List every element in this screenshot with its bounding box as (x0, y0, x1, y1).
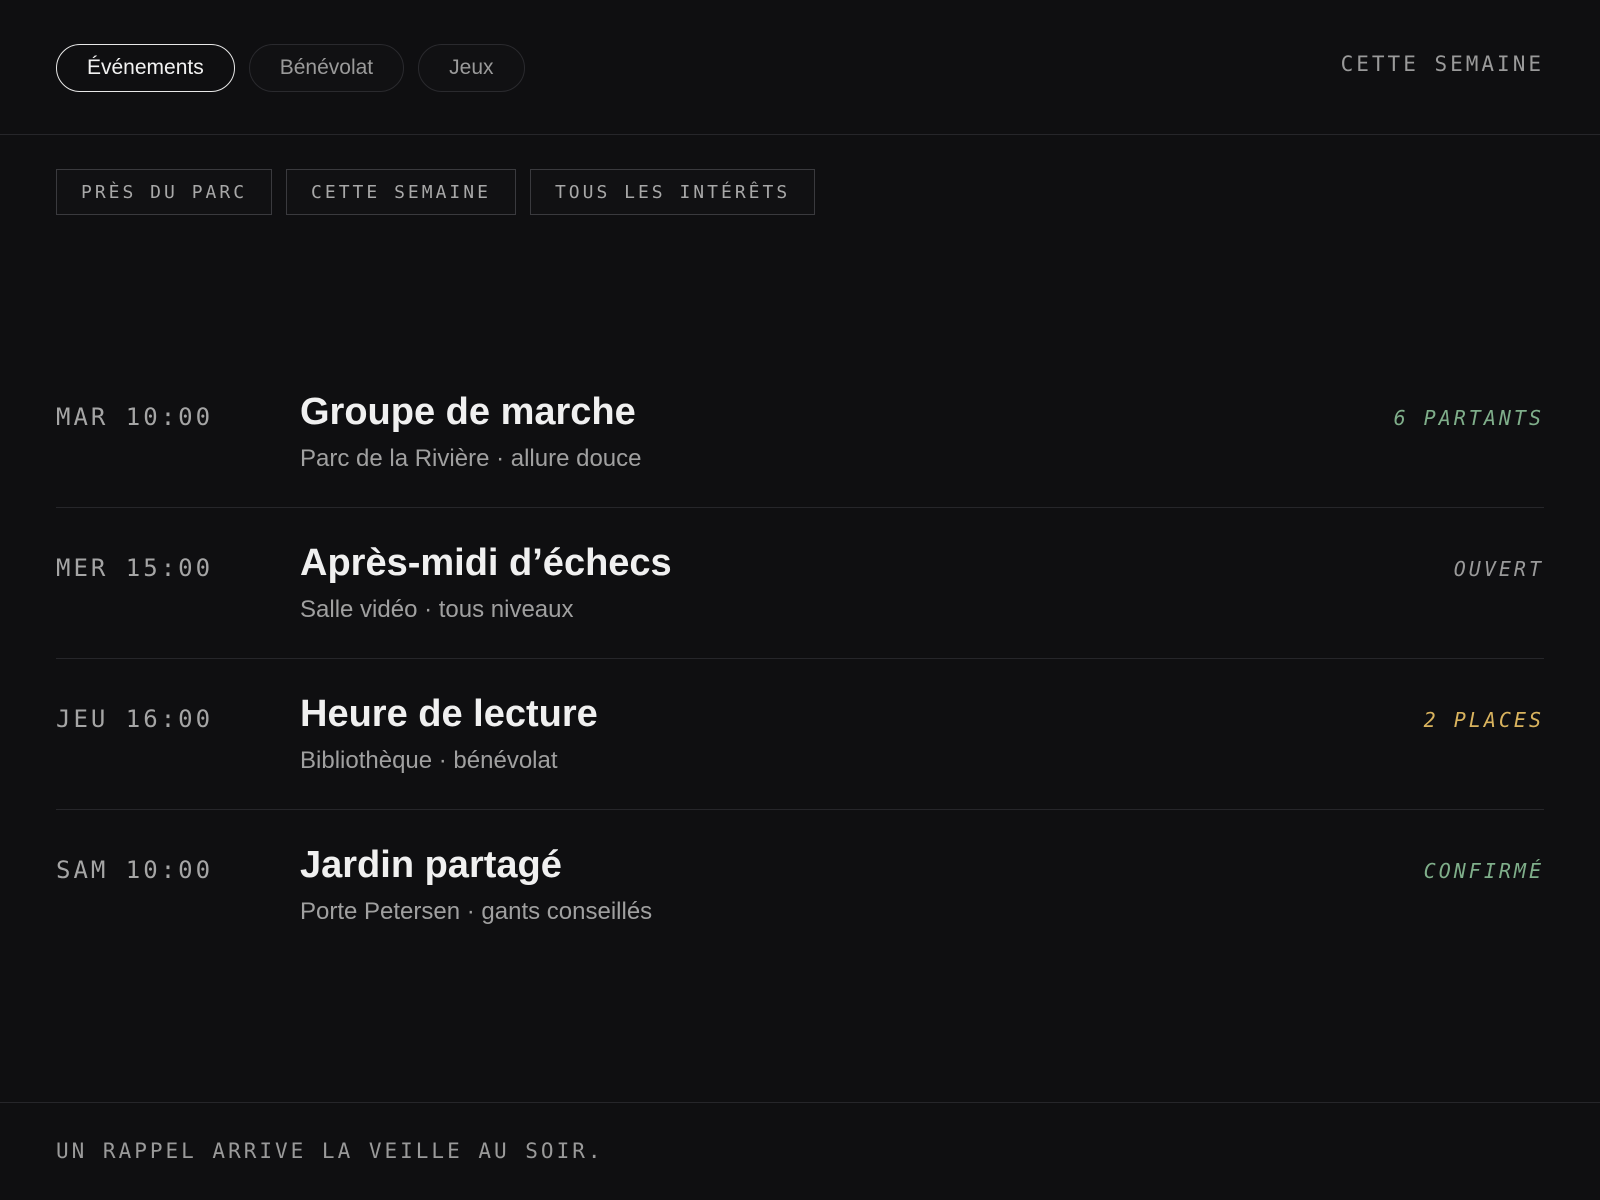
event-time: SAM 10:00 (56, 856, 214, 884)
category-tabs: Événements Bénévolat Jeux (56, 44, 525, 92)
event-details: Salle vidéo · tous niveaux (300, 596, 574, 623)
footer: UN RAPPEL ARRIVE LA VEILLE AU SOIR. (0, 1102, 1600, 1200)
event-list: MAR 10:00 Groupe de marche Parc de la Ri… (56, 357, 1544, 961)
event-title: Après-midi d’échecs (300, 542, 672, 584)
event-details: Porte Petersen · gants conseillés (300, 898, 653, 925)
tab-evenements[interactable]: Événements (56, 44, 235, 92)
period-label: CETTE SEMAINE (1340, 52, 1544, 76)
tab-benevolat[interactable]: Bénévolat (248, 44, 405, 92)
reminder-note: UN RAPPEL ARRIVE LA VEILLE AU SOIR. (56, 1139, 604, 1163)
top-bar: Événements Bénévolat Jeux CETTE SEMAINE (0, 0, 1600, 135)
event-time: MAR 10:00 (56, 403, 214, 431)
event-row-chess-afternoon[interactable]: MER 15:00 Après-midi d’échecs Salle vidé… (56, 508, 1544, 659)
filter-bar: PRÈS DU PARC CETTE SEMAINE TOUS LES INTÉ… (56, 169, 816, 215)
event-time: JEU 16:00 (56, 705, 214, 733)
event-details: Parc de la Rivière · allure douce (300, 445, 642, 472)
filter-chip-all-interests[interactable]: TOUS LES INTÉRÊTS (529, 169, 816, 215)
page: Événements Bénévolat Jeux CETTE SEMAINE … (0, 0, 1600, 1200)
event-row-walking-group[interactable]: MAR 10:00 Groupe de marche Parc de la Ri… (56, 357, 1544, 508)
event-row-reading-hour[interactable]: JEU 16:00 Heure de lecture Bibliothèque … (56, 659, 1544, 810)
event-time: MER 15:00 (56, 554, 214, 582)
event-title: Jardin partagé (300, 844, 562, 886)
filter-chip-this-week[interactable]: CETTE SEMAINE (286, 169, 516, 215)
tab-jeux[interactable]: Jeux (418, 44, 525, 92)
event-status: 2 PLACES (1423, 708, 1544, 732)
event-status: 6 PARTANTS (1393, 406, 1544, 430)
event-details: Bibliothèque · bénévolat (300, 747, 558, 774)
event-title: Groupe de marche (300, 391, 636, 433)
event-status: OUVERT (1453, 557, 1544, 581)
event-title: Heure de lecture (300, 693, 598, 735)
event-row-shared-garden[interactable]: SAM 10:00 Jardin partagé Porte Petersen … (56, 810, 1544, 961)
filter-chip-near-park[interactable]: PRÈS DU PARC (56, 169, 273, 215)
event-status: CONFIRMÉ (1423, 859, 1544, 883)
